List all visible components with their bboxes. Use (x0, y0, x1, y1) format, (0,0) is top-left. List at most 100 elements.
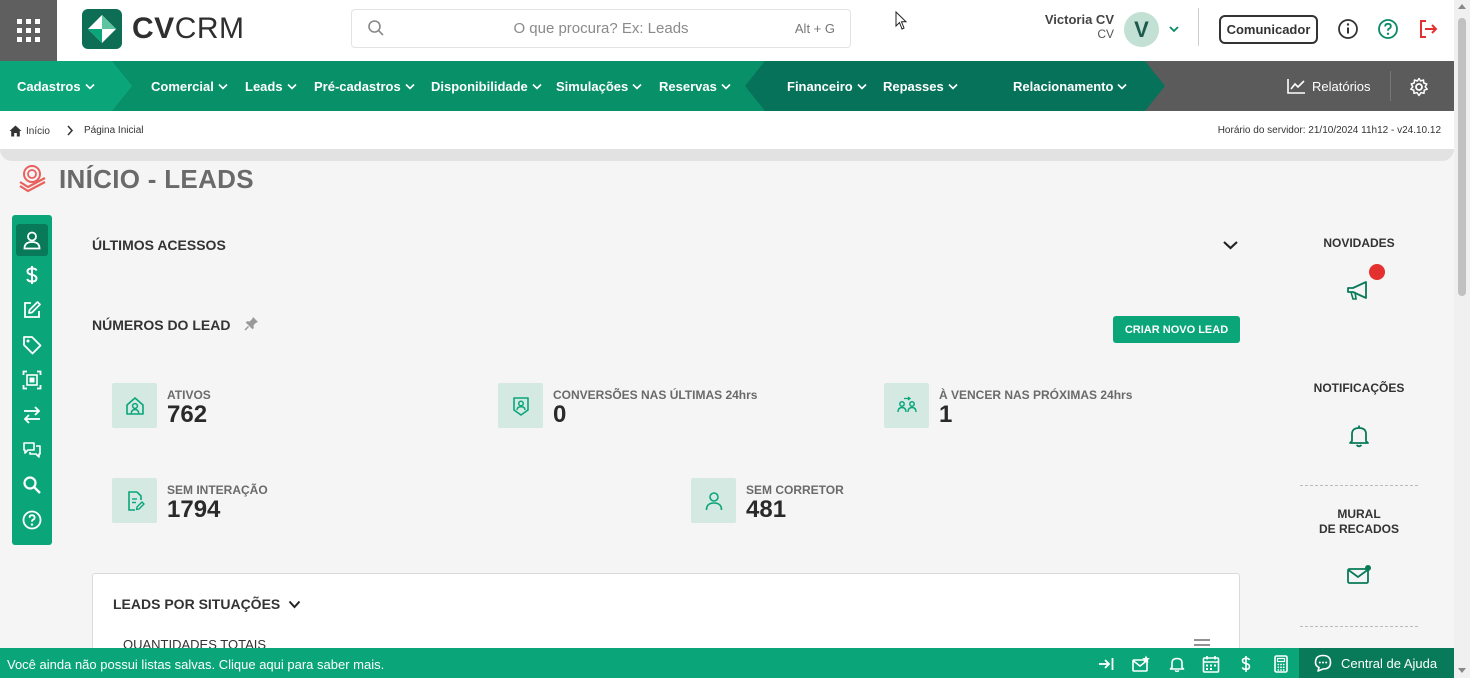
vertical-scrollbar[interactable] (1454, 0, 1470, 678)
scrollbar-thumb[interactable] (1458, 18, 1466, 296)
mural-title-line1: MURAL (1337, 507, 1381, 521)
search-icon (23, 476, 41, 494)
calendar-icon[interactable] (1202, 655, 1220, 673)
logo-mark-icon (82, 9, 122, 49)
nav-cadastros[interactable]: Cadastros (17, 61, 95, 111)
stat-a-vencer[interactable]: À VENCER NAS PRÓXIMAS 24hrs 1 (884, 383, 1132, 428)
help-icon (22, 510, 42, 530)
nav-simulacoes[interactable]: Simulações (556, 61, 642, 111)
stat-ativos[interactable]: ATIVOS 762 (112, 383, 211, 428)
chevron-down-icon (632, 83, 642, 90)
nav-disponibilidade[interactable]: Disponibilidade (431, 61, 542, 111)
breadcrumb-home[interactable]: Início (9, 125, 50, 137)
nav-divider (1390, 71, 1391, 101)
stat-sem-interacao[interactable]: SEM INTERAÇÃO 1794 (112, 478, 268, 523)
stat-value: 1794 (167, 496, 221, 523)
central-de-ajuda-label: Central de Ajuda (1341, 655, 1438, 671)
stat-value: 1 (939, 401, 953, 428)
nav-pre-cadastros[interactable]: Pré-cadastros (314, 61, 415, 111)
nav-financeiro[interactable]: Financeiro (787, 61, 867, 111)
document-edit-icon (127, 490, 145, 511)
mural-title-line2: DE RECADOS (1318, 522, 1399, 536)
stat-label: ATIVOS (167, 388, 211, 402)
bell-icon[interactable] (1346, 423, 1372, 449)
novidades-title: NOVIDADES (1323, 236, 1395, 250)
leads-por-situacoes-toggle[interactable]: LEADS POR SITUAÇÕES (113, 596, 301, 612)
sidetool-financeiro[interactable] (16, 259, 48, 291)
breadcrumb: Início Página Inicial Horário do servido… (0, 111, 1454, 149)
nav-repasses[interactable]: Repasses (883, 61, 958, 111)
megaphone-icon[interactable] (1346, 278, 1372, 304)
calculator-icon[interactable] (1272, 655, 1290, 673)
sidetool-tags[interactable] (16, 329, 48, 361)
pin-icon[interactable] (244, 316, 259, 331)
header-divider (1198, 8, 1199, 46)
logout-icon[interactable] (1417, 18, 1439, 40)
scroll-up-arrow-icon[interactable] (1458, 4, 1466, 9)
saved-lists-message[interactable]: Você ainda não possui listas salvas. Cli… (7, 657, 384, 672)
badge-user-icon (512, 396, 529, 416)
nav-relacionamento[interactable]: Relacionamento (1013, 61, 1127, 111)
stat-label: SEM CORRETOR (746, 483, 844, 497)
comunicador-button[interactable]: Comunicador (1219, 15, 1318, 44)
user-info[interactable]: Victoria CV CV (1020, 12, 1114, 41)
sidetool-leads[interactable] (16, 224, 48, 256)
mail-star-icon[interactable] (1132, 655, 1150, 673)
stat-label: SEM INTERAÇÃO (167, 483, 268, 497)
chevron-down-icon (857, 83, 867, 90)
nav-leads[interactable]: Leads (245, 61, 297, 111)
bell-icon[interactable] (1168, 655, 1186, 673)
user-company: CV (1097, 27, 1114, 41)
stat-sem-corretor[interactable]: SEM CORRETOR 481 (691, 478, 844, 523)
dollar-icon[interactable] (1237, 655, 1255, 673)
central-de-ajuda-button[interactable]: Central de Ajuda (1299, 648, 1454, 678)
avatar[interactable]: V (1124, 12, 1159, 47)
apps-menu-button[interactable] (0, 0, 57, 61)
chevron-down-icon (405, 83, 415, 90)
scroll-down-arrow-icon[interactable] (1458, 668, 1466, 673)
server-time: Horário do servidor: 21/10/2024 11h12 - … (1217, 125, 1441, 136)
criar-novo-lead-button[interactable]: CRIAR NOVO LEAD (1113, 316, 1240, 343)
nav-relatorios[interactable]: Relatórios (1287, 61, 1371, 111)
nav-reservas[interactable]: Reservas (659, 61, 731, 111)
chevron-down-icon (218, 83, 228, 90)
search-input[interactable] (352, 10, 850, 47)
chevron-down-icon[interactable] (1168, 24, 1180, 34)
user-icon (705, 491, 722, 510)
chevron-down-icon (532, 83, 542, 90)
mail-notification-icon[interactable] (1346, 563, 1372, 589)
sidetool-ajuda[interactable] (16, 504, 48, 536)
sidetool-chat[interactable] (16, 434, 48, 466)
sidetool-scanner[interactable] (16, 364, 48, 396)
stat-label: À VENCER NAS PRÓXIMAS 24hrs (939, 388, 1133, 402)
home-user-icon (125, 396, 144, 415)
side-toolbar (12, 215, 52, 545)
chat-icon (23, 442, 41, 458)
stat-icon-box (691, 478, 736, 523)
header-shadow (0, 149, 1454, 161)
collapse-right-icon[interactable] (1097, 655, 1115, 673)
sidetool-transferir[interactable] (16, 399, 48, 431)
scanner-icon (22, 370, 42, 390)
mouse-cursor-icon (895, 11, 908, 30)
nav-comercial[interactable]: Comercial (151, 61, 228, 111)
stat-icon-box (112, 383, 157, 428)
sidetool-buscar[interactable] (16, 469, 48, 501)
ultimos-acessos-title[interactable]: ÚLTIMOS ACESSOS (92, 237, 226, 253)
main-nav: Cadastros Comercial Leads Pré-cadastros … (0, 61, 1454, 111)
logo-text: CVCRM (132, 12, 245, 45)
global-search: Alt + G (351, 9, 851, 48)
right-panel-divider (1300, 485, 1418, 486)
logo[interactable]: CVCRM (82, 9, 245, 49)
stat-conversoes[interactable]: CONVERSÕES NAS ÚLTIMAS 24hrs 0 (498, 383, 757, 428)
apps-grid-icon (17, 19, 40, 42)
gear-icon[interactable] (1409, 77, 1429, 97)
help-icon[interactable] (1377, 18, 1399, 40)
chevron-down-icon[interactable] (1222, 239, 1239, 251)
sidetool-editar[interactable] (16, 294, 48, 326)
stat-icon-box (112, 478, 157, 523)
info-icon[interactable] (1337, 18, 1359, 40)
numeros-do-lead-title: NÚMEROS DO LEAD (92, 317, 231, 333)
users-transfer-icon (896, 395, 917, 412)
chevron-down-icon (1117, 83, 1127, 90)
